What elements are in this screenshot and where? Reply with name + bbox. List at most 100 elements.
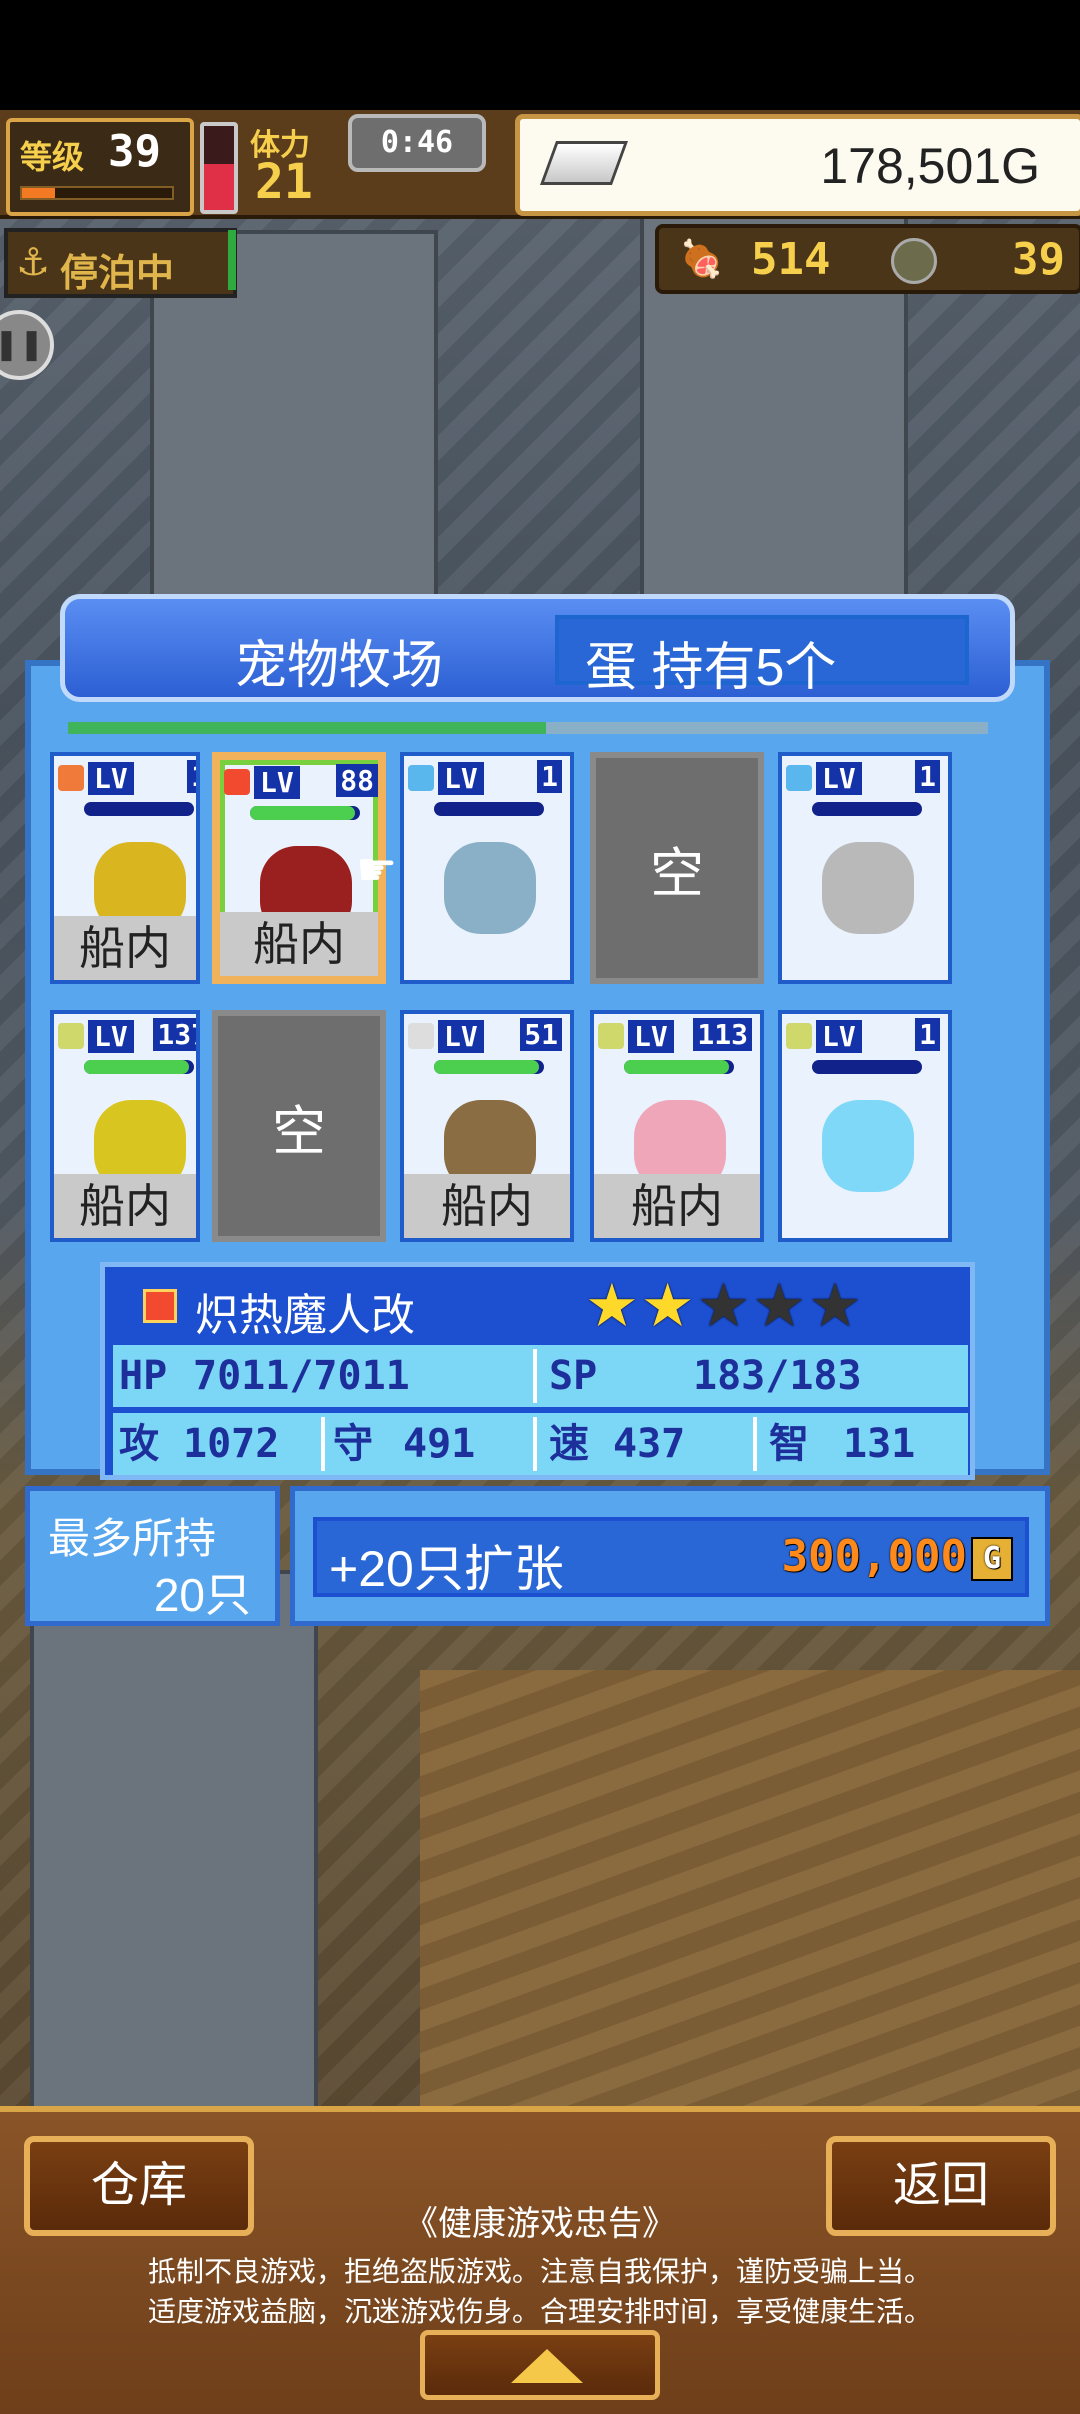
pet-slot[interactable]: LV 51 船内 [400, 1010, 574, 1242]
health-notice-line: 抵制不良游戏，拒绝盗版游戏。注意自我保护，谨防受骗上当。 [147, 2256, 932, 2287]
pet-sprite [822, 842, 914, 934]
hp-label: HP [119, 1353, 168, 1399]
stat-divider [753, 1417, 757, 1471]
pet-hp-bar [84, 1060, 194, 1074]
int-value: 131 [843, 1421, 916, 1467]
anchor-icon: ⚓ [16, 240, 51, 284]
moor-indicator [228, 230, 236, 290]
gold-value: 178,501G [820, 138, 1040, 194]
star-filled-icon: ★★ [585, 1271, 697, 1341]
expand-price-value: 300,000 [781, 1531, 967, 1582]
stamina-timer: 0:46 [348, 114, 486, 172]
atk-value: 1072 [183, 1421, 280, 1467]
sp-label: SP [549, 1353, 598, 1399]
resource-box: 🍖 514 39 [655, 224, 1080, 294]
pet-name: 炽热魔人改 [195, 1291, 415, 1340]
gold-box: 178,501G [515, 114, 1080, 216]
level-tag: LV [816, 761, 862, 795]
level-tag: LV [88, 1019, 134, 1053]
pointer-hand-icon: ☛ [356, 842, 398, 896]
stat-divider [533, 1349, 537, 1403]
pet-hp-bar [812, 1060, 922, 1074]
pet-sprite [822, 1100, 914, 1192]
pet-slot[interactable]: LV 1 [778, 1010, 952, 1242]
meat-value: 514 [751, 234, 831, 285]
element-icon [58, 765, 84, 791]
pet-level: LV 1 [786, 760, 946, 796]
pet-hp-bar [434, 1060, 544, 1074]
pet-hp-bar [812, 802, 922, 816]
expand-menu-button[interactable] [420, 2330, 660, 2400]
level-number: 137 [153, 1018, 196, 1051]
pet-level: LV 51 [408, 1018, 568, 1054]
element-icon [224, 769, 250, 795]
level-box: 等级 39 [6, 118, 194, 216]
pet-level: LV 88 [224, 764, 378, 800]
spd-label: 速 [549, 1421, 589, 1467]
pet-level: LV 1 [408, 760, 568, 796]
pet-location-tag: 船内 [404, 1174, 570, 1238]
pet-info-box: 炽热魔人改 ★★★★★ HP 7011/7011 SP 183/183 攻 10… [100, 1262, 975, 1480]
element-icon [58, 1023, 84, 1049]
silver-bar-icon [539, 141, 629, 185]
scroll-progress-fill [68, 722, 547, 734]
pet-slot[interactable]: LV 113 船内 [590, 1010, 764, 1242]
pet-hp-fill [434, 1060, 539, 1074]
level-progress-bar [20, 186, 174, 200]
expand-price: 300,000 G [782, 1531, 1013, 1582]
pet-hp-bar [624, 1060, 734, 1074]
element-icon [786, 1023, 812, 1049]
stat-row-combat: 攻 1072 守 491 速 437 智 131 [113, 1413, 968, 1475]
pet-location-tag: 船内 [594, 1174, 760, 1238]
pet-slot-empty[interactable]: 空 [212, 1010, 386, 1242]
pet-hp-bar [250, 806, 360, 820]
def-label: 守 [333, 1421, 373, 1467]
stat-divider [321, 1417, 325, 1471]
pet-hp-fill [250, 806, 355, 820]
pet-slot[interactable]: LV 1 [778, 752, 952, 984]
pet-slot-empty[interactable]: 空 [590, 752, 764, 984]
empty-slot-label: 空 [650, 843, 704, 904]
health-notice-title: 《健康游戏忠告》 [404, 2205, 676, 2243]
top-hud: 等级 39 体力 21 0:46 178,501G [0, 110, 1080, 219]
pet-slot[interactable]: LV 137 船内 [50, 1010, 200, 1242]
gold-currency-icon: G [971, 1537, 1013, 1581]
level-progress-fill [22, 188, 55, 198]
element-icon [786, 765, 812, 791]
level-tag: LV [254, 765, 300, 799]
capacity-box: 最多所持 20只 [25, 1486, 280, 1626]
hp-value: 7011/7011 [193, 1353, 410, 1399]
level-value: 39 [108, 126, 161, 177]
pet-level: LV 1 [786, 1018, 946, 1054]
level-tag: LV [438, 761, 484, 795]
pet-level: LV 113 [598, 1018, 758, 1054]
moor-status-label: 停泊中 [60, 251, 175, 295]
int-label: 智 [769, 1421, 809, 1467]
element-icon [598, 1023, 624, 1049]
level-number: 51 [520, 1018, 562, 1051]
pet-slot[interactable]: LV 1 [400, 752, 574, 984]
stat-divider [533, 1417, 537, 1471]
pet-slot[interactable]: LV 1 船内 [50, 752, 200, 984]
level-number: 113 [693, 1018, 752, 1051]
pet-hp-fill [84, 1060, 189, 1074]
level-number: 1 [915, 1018, 940, 1051]
pet-hp-bar [84, 802, 194, 816]
level-tag: LV [88, 761, 134, 795]
level-number: 88 [336, 764, 378, 797]
egg-count-box[interactable]: 蛋 持有5个 [555, 615, 969, 697]
star-empty-icon: ★★★ [696, 1271, 864, 1341]
level-tag: LV [816, 1019, 862, 1053]
bottom-bar: 仓库 返回 《健康游戏忠告》 抵制不良游戏，拒绝盗版游戏。注意自我保护，谨防受骗… [0, 2106, 1080, 2414]
pet-location-tag: 船内 [220, 912, 378, 976]
level-number: 1 [537, 760, 562, 793]
sp-value: 183/183 [693, 1353, 862, 1399]
pet-sprite [444, 842, 536, 934]
arrow-up-icon [511, 2349, 583, 2383]
element-icon [408, 765, 434, 791]
pet-location-tag: 船内 [54, 916, 196, 980]
medal-icon [891, 238, 937, 284]
level-number: 1 [187, 760, 196, 793]
health-notice-line: 适度游戏益脑，沉迷游戏伤身。合理安排时间，享受健康生活。 [147, 2296, 932, 2327]
expand-capacity-button[interactable]: +20只扩张 300,000 G [313, 1517, 1029, 1597]
